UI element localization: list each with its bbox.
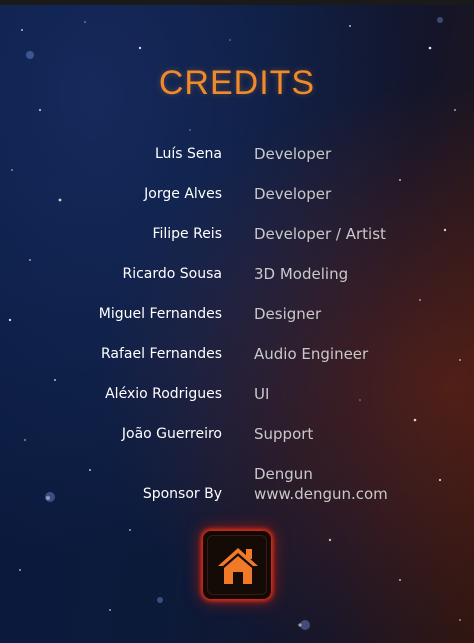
credit-name: Filipe Reis (152, 226, 222, 242)
credit-name: Ricardo Sousa (122, 266, 222, 282)
home-button-face (207, 535, 267, 595)
credits-list: Luís Sena Developer Jorge Alves Develope… (0, 144, 474, 524)
credit-role: Developer (254, 185, 332, 203)
credits-title: CREDITS (158, 64, 316, 102)
credit-name: Miguel Fernandes (98, 306, 222, 322)
credit-name: Aléxio Rodrigues (105, 386, 222, 402)
home-button[interactable] (203, 531, 271, 599)
sponsor-label: Sponsor By (142, 486, 222, 502)
credit-row: Jorge Alves Developer (0, 184, 474, 224)
credit-row: Aléxio Rodrigues UI (0, 384, 474, 424)
credit-row: Rafael Fernandes Audio Engineer (0, 344, 474, 384)
credit-name: Luís Sena (154, 146, 222, 162)
credit-row: Filipe Reis Developer / Artist (0, 224, 474, 264)
credit-row: Miguel Fernandes Designer (0, 304, 474, 344)
credit-row: Luís Sena Developer (0, 144, 474, 184)
credit-name: Jorge Alves (144, 186, 222, 202)
credit-row: Ricardo Sousa 3D Modeling (0, 264, 474, 304)
sponsor-row: Sponsor By Dengun www.dengun.com (0, 464, 474, 524)
home-icon (218, 548, 258, 584)
credit-row: João Guerreiro Support (0, 424, 474, 464)
sponsor-name: Dengun (254, 465, 313, 483)
credit-role: Audio Engineer (254, 345, 369, 363)
credit-role: Developer / Artist (254, 225, 386, 243)
credit-name: Rafael Fernandes (101, 346, 222, 362)
credit-role: Support (254, 425, 314, 443)
sponsor-info: Dengun www.dengun.com (254, 464, 388, 504)
sponsor-website-link[interactable]: www.dengun.com (254, 485, 388, 503)
credit-role: Designer (254, 305, 322, 323)
credit-name: João Guerreiro (121, 426, 222, 442)
credit-role: 3D Modeling (254, 265, 349, 283)
credit-role: Developer (254, 145, 332, 163)
credit-role: UI (254, 385, 270, 403)
